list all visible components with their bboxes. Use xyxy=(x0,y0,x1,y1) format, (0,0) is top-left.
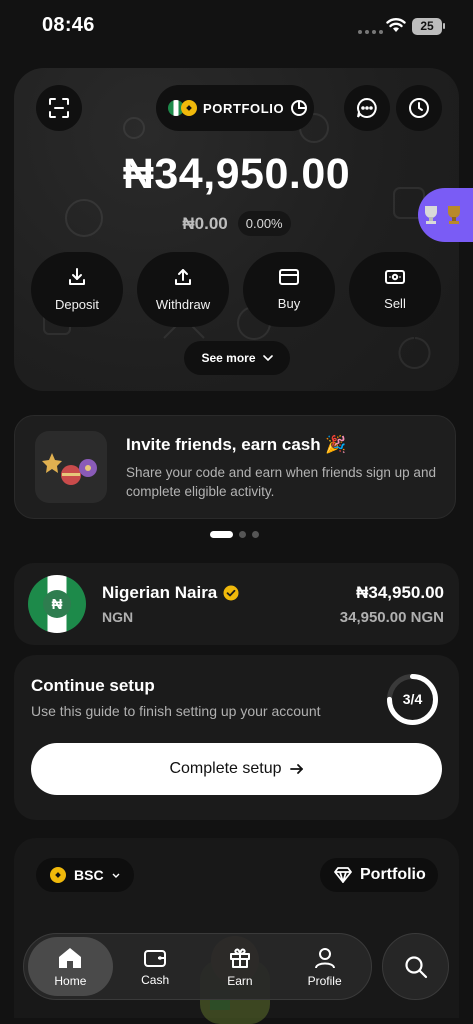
chain-label: BSC xyxy=(74,867,104,883)
setup-title: Continue setup xyxy=(31,676,155,695)
invite-title: Invite friends, earn cash 🎉 xyxy=(126,435,347,454)
setup-description: Use this guide to finish setting up your… xyxy=(31,703,321,719)
deposit-button[interactable]: Deposit xyxy=(31,252,123,327)
chevron-down-icon xyxy=(262,355,273,361)
card-icon xyxy=(279,269,299,285)
home-icon xyxy=(59,947,82,968)
portfolio-label: PORTFOLIO xyxy=(203,100,285,116)
nav-earn[interactable]: Earn xyxy=(198,937,283,996)
person-icon xyxy=(314,947,335,968)
cash-icon xyxy=(385,270,405,284)
scan-button[interactable] xyxy=(36,85,82,131)
wallet-icon xyxy=(144,949,167,967)
bnb-chain-icon xyxy=(50,867,66,883)
gift-icon xyxy=(229,948,250,968)
portfolio-button[interactable]: Portfolio xyxy=(320,858,438,892)
nav-cash-label: Cash xyxy=(141,972,170,987)
status-time: 08:46 xyxy=(42,14,95,36)
see-more-label: See more xyxy=(201,351,256,365)
continue-setup-card: Continue setup Use this guide to finish … xyxy=(14,655,459,820)
change-percent-badge: 0.00% xyxy=(237,211,291,236)
action-row: Deposit Withdraw Buy Sell xyxy=(31,252,441,327)
invite-banner[interactable]: Invite friends, earn cash 🎉 Share your c… xyxy=(14,415,456,519)
asset-name: Nigerian Naira xyxy=(102,583,218,602)
nav-profile[interactable]: Profile xyxy=(282,937,367,996)
nigeria-flag-icon: ₦ xyxy=(28,575,86,633)
scan-icon xyxy=(49,98,69,118)
pager-dot-active[interactable] xyxy=(210,531,233,538)
pager-dot[interactable] xyxy=(239,531,246,538)
search-button[interactable] xyxy=(382,933,449,1000)
asset-name-row: Nigerian Naira xyxy=(102,583,239,603)
ornaments-illustration xyxy=(35,431,107,503)
deposit-label: Deposit xyxy=(54,297,100,312)
battery-indicator: 25 xyxy=(412,18,442,35)
nav-profile-label: Profile xyxy=(307,973,342,988)
asset-code: NGN xyxy=(102,609,134,625)
portfolio-button-label: Portfolio xyxy=(360,866,426,883)
diamond-icon xyxy=(334,867,352,883)
pie-chart-icon xyxy=(291,100,308,116)
status-bar: 08:46 25 xyxy=(0,0,473,52)
chevron-down-icon xyxy=(112,873,120,878)
rewards-tab[interactable] xyxy=(418,188,473,242)
nav-earn-label: Earn xyxy=(227,973,253,988)
withdraw-button[interactable]: Withdraw xyxy=(137,252,229,327)
total-balance: ₦34,950.00 xyxy=(122,150,351,198)
verified-badge-icon xyxy=(223,585,239,601)
complete-setup-label: Complete setup xyxy=(169,760,282,777)
bottom-nav: Home Cash Earn Profile xyxy=(23,933,372,1000)
clock-icon xyxy=(409,98,429,118)
asset-amount: ₦34,950.00 xyxy=(356,583,444,602)
invite-description: Share your code and earn when friends si… xyxy=(126,465,436,499)
wifi-icon xyxy=(386,18,406,32)
battery-tip xyxy=(443,23,445,29)
buy-label: Buy xyxy=(277,296,301,311)
asset-native-amount: 34,950.00 NGN xyxy=(339,609,444,626)
nav-home-label: Home xyxy=(54,973,87,988)
see-more-button[interactable]: See more xyxy=(184,341,290,375)
search-icon xyxy=(404,955,427,978)
gold-trophy-icon xyxy=(448,206,460,224)
portfolio-card: PORTFOLIO ₦34,950.00 ₦0.00 0.00% Deposit xyxy=(14,68,459,391)
setup-progress-ring: 3/4 xyxy=(385,672,440,727)
bnb-coin-icon xyxy=(181,100,197,116)
sell-label: Sell xyxy=(384,296,406,311)
chain-selector[interactable]: BSC xyxy=(36,858,134,892)
setup-progress-text: 3/4 xyxy=(402,691,423,707)
nav-home[interactable]: Home xyxy=(28,937,113,996)
history-button[interactable] xyxy=(396,85,442,131)
portfolio-selector[interactable]: PORTFOLIO xyxy=(156,85,314,131)
balance-change: ₦0.00 0.00% xyxy=(14,211,459,236)
messages-button[interactable] xyxy=(344,85,390,131)
change-amount: ₦0.00 xyxy=(182,213,228,233)
asset-row-ngn[interactable]: ₦ Nigerian Naira NGN ₦34,950.00 34,950.0… xyxy=(14,563,459,645)
download-icon xyxy=(69,268,85,285)
trophy-icon xyxy=(425,206,437,224)
sell-button[interactable]: Sell xyxy=(349,252,441,327)
withdraw-label: Withdraw xyxy=(155,297,211,312)
pager-dot[interactable] xyxy=(252,531,259,538)
signal-icon xyxy=(358,30,383,34)
arrow-right-icon xyxy=(289,764,303,774)
upload-icon xyxy=(175,269,191,285)
naira-symbol: ₦ xyxy=(43,590,71,618)
carousel-pager xyxy=(210,531,259,538)
nav-cash[interactable]: Cash xyxy=(113,937,198,996)
buy-button[interactable]: Buy xyxy=(243,252,335,327)
complete-setup-button[interactable]: Complete setup xyxy=(31,743,442,795)
chat-icon xyxy=(357,97,377,118)
